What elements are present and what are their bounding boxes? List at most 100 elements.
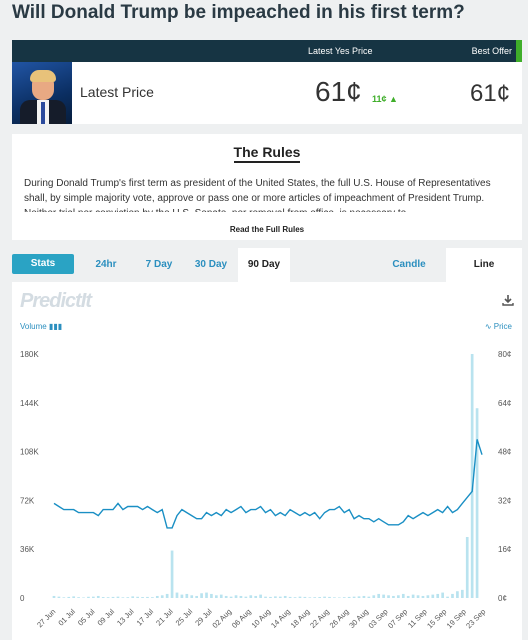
x-axis-label: 17 Jul (135, 607, 156, 628)
x-axis-label: 01 Jul (56, 607, 77, 628)
right-axis-tick: 64¢ (498, 399, 511, 408)
tab-30-day[interactable]: 30 Day (188, 248, 234, 282)
volume-bar (106, 597, 110, 598)
rules-text: During Donald Trump's first term as pres… (24, 178, 491, 212)
volume-bar (303, 596, 307, 598)
volume-bar (318, 597, 321, 598)
volume-bar (82, 597, 85, 598)
volume-bar (111, 596, 115, 598)
volume-bar (126, 597, 130, 598)
latest-yes-price: 61¢ (315, 76, 362, 107)
volume-bar (293, 597, 297, 598)
volume-bar (397, 595, 400, 598)
x-axis-label: 11 Sep (406, 607, 429, 630)
volume-bar (121, 597, 125, 598)
latest-price-label: Latest Price (80, 84, 154, 100)
volume-bar (446, 596, 449, 598)
volume-bar (377, 593, 381, 598)
volume-bar (101, 597, 105, 598)
volume-bar (357, 596, 361, 598)
best-offer-label: Best Offer (471, 46, 512, 56)
volume-bar (328, 596, 331, 598)
best-offer-price[interactable]: 61¢ (470, 80, 510, 108)
volume-bar (460, 589, 464, 598)
tab-24hr[interactable]: 24hr (84, 248, 128, 282)
volume-bar (219, 594, 223, 598)
x-axis-label: 13 Jul (115, 607, 136, 628)
x-axis-label: 21 Jul (154, 607, 175, 628)
tab-90-day[interactable]: 90 Day (238, 248, 290, 282)
x-axis-label: 07 Sep (386, 607, 409, 630)
chart-tabs: Stats 24hr 7 Day 30 Day 90 Day Candle Li… (12, 248, 522, 282)
x-axis-label: 23 Sep (464, 607, 487, 630)
volume-bar (259, 594, 262, 598)
volume-bar (92, 596, 95, 598)
volume-bar (436, 593, 440, 598)
volume-bar (441, 592, 444, 598)
volume-bar (387, 595, 390, 598)
left-axis-tick: 108K (20, 448, 39, 457)
price-header-bar: Latest Yes Price Best Offer (12, 40, 522, 62)
volume-bar (72, 596, 76, 598)
volume-bar (205, 592, 208, 598)
rules-title: The Rules (12, 144, 522, 163)
best-offer-accent (516, 40, 522, 62)
volume-bar (269, 596, 272, 598)
volume-bar (52, 595, 56, 598)
x-axis-label: 18 Aug (289, 607, 312, 630)
tab-line[interactable]: Line (446, 248, 522, 282)
volume-bar (372, 595, 376, 598)
x-axis-label: 15 Sep (425, 607, 448, 630)
left-axis-tick: 36K (20, 545, 35, 554)
tab-7-day[interactable]: 7 Day (138, 248, 180, 282)
market-question: Will Donald Trump be impeached in his fi… (12, 2, 465, 23)
left-axis-tick: 144K (20, 399, 39, 408)
volume-bar (131, 596, 135, 598)
x-axis-label: 09 Jul (96, 607, 117, 628)
volume-bar (451, 593, 454, 598)
left-axis-tick: 0 (20, 594, 25, 603)
volume-bar (347, 596, 351, 598)
contract-price-row[interactable]: Latest Price 61¢ 11¢ ▲ 61¢ (12, 62, 522, 124)
volume-bar (411, 594, 415, 598)
volume-bar (239, 595, 243, 598)
volume-bar (308, 597, 312, 598)
x-axis-label: 22 Aug (308, 607, 331, 630)
volume-bar (401, 593, 405, 598)
volume-bar (185, 593, 189, 598)
tab-stats[interactable]: Stats (12, 254, 74, 274)
left-axis-tick: 72K (20, 496, 35, 505)
tab-candle[interactable]: Candle (382, 248, 436, 282)
volume-bar (431, 594, 435, 598)
price-change-value: 11¢ (372, 94, 387, 104)
volume-bar (392, 595, 395, 598)
volume-bar (210, 593, 213, 598)
volume-bar (382, 594, 385, 598)
right-axis-tick: 16¢ (498, 545, 511, 554)
volume-bar (224, 595, 228, 598)
chart-panel: PredictIt Volume ▮▮▮ ∿ Price 180K 144K 108… (12, 282, 522, 640)
volume-bar (352, 596, 356, 598)
price-volume-chart: 180K 144K 108K 72K 36K 0 80¢ 64¢ 48¢ 32¢ 16¢ 0¢ 27 J… (20, 350, 511, 630)
volume-bar (274, 596, 277, 598)
volume-bar (62, 597, 66, 598)
price-change: 11¢ ▲ (372, 94, 398, 104)
right-axis-tick: 80¢ (498, 350, 511, 359)
volume-bar (406, 595, 410, 598)
volume-bar (229, 596, 233, 598)
volume-bar (244, 596, 248, 598)
volume-bar (342, 597, 346, 598)
volume-bar (456, 591, 459, 598)
volume-bar (337, 597, 341, 598)
volume-bar (165, 593, 169, 598)
read-full-rules-link[interactable]: Read the Full Rules (12, 225, 522, 234)
x-axis-label: 14 Aug (269, 607, 292, 630)
volume-bar (416, 595, 420, 598)
x-axis-label: 06 Aug (230, 607, 253, 630)
volume-bar (141, 597, 144, 598)
volume-bar (323, 596, 326, 598)
volume-bar (146, 596, 149, 598)
volume-bar (283, 595, 287, 598)
right-axis-tick: 32¢ (498, 496, 511, 505)
volume-bar (116, 596, 120, 598)
